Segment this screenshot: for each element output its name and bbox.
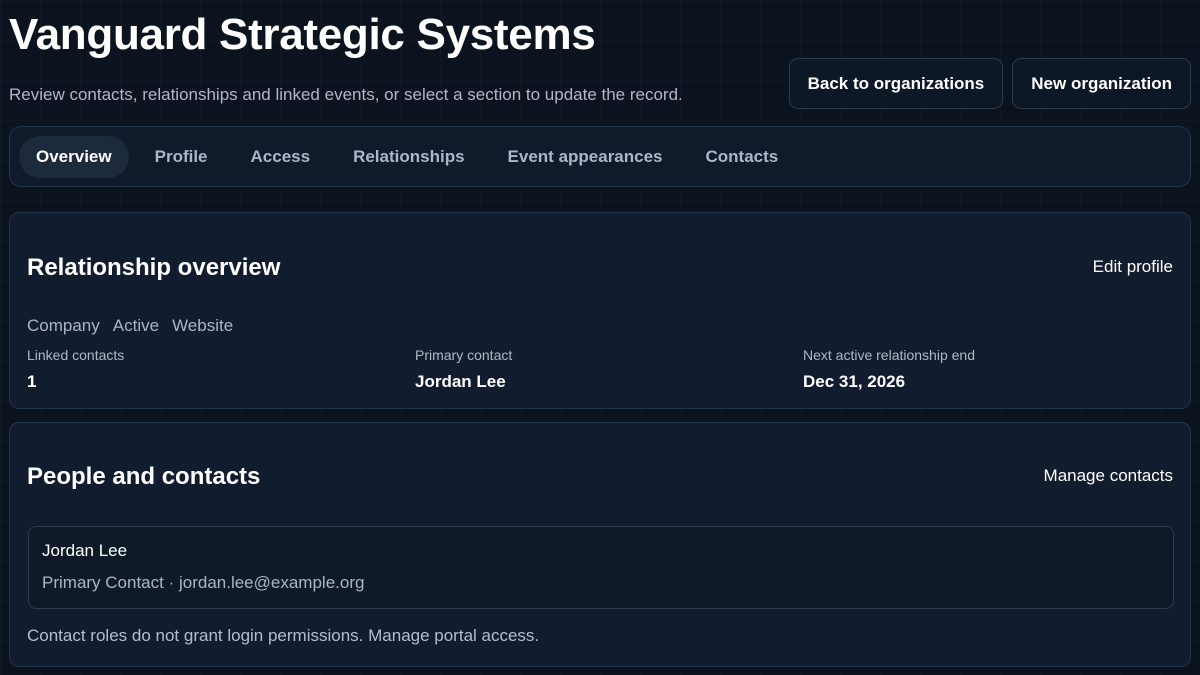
contact-list-item[interactable]: Jordan Lee Primary Contact · jordan.lee@… <box>28 526 1174 609</box>
tag-type: Company <box>27 316 100 335</box>
tag-website: Website <box>172 316 234 335</box>
stat-value: Dec 31, 2026 <box>803 372 906 391</box>
stat-value: 1 <box>27 372 37 391</box>
stat-label: Next active relationship end <box>803 347 975 363</box>
page-title: Vanguard Strategic Systems <box>9 10 596 59</box>
contact-name: Jordan Lee <box>42 541 128 560</box>
page-header: Vanguard Strategic Systems Review contac… <box>9 8 1191 120</box>
header-actions: Back to organizations New organization <box>788 58 1191 109</box>
edit-profile-link[interactable]: Edit profile <box>1093 257 1173 277</box>
stat-label: Primary contact <box>415 347 513 363</box>
stat-value: Jordan Lee <box>415 372 506 391</box>
tab-overview[interactable]: Overview <box>19 135 129 178</box>
people-and-contacts-title: People and contacts <box>27 463 261 490</box>
overview-stats: Linked contacts 1 Primary contact Jordan… <box>27 347 1177 397</box>
tab-access[interactable]: Access <box>234 136 328 178</box>
section-tabs: Overview Profile Access Relationships Ev… <box>9 126 1191 187</box>
manage-contacts-link[interactable]: Manage contacts <box>1044 466 1173 486</box>
tab-contacts[interactable]: Contacts <box>689 136 796 178</box>
stat-linked-contacts: Linked contacts 1 <box>27 347 124 392</box>
back-to-organizations-button[interactable]: Back to organizations <box>788 58 1004 109</box>
stat-label: Linked contacts <box>27 347 125 363</box>
new-organization-button[interactable]: New organization <box>1012 58 1191 109</box>
relationship-overview-card: Relationship overview Edit profile Compa… <box>9 212 1191 409</box>
page-subtitle: Review contacts, relationships and linke… <box>9 85 683 104</box>
tab-profile[interactable]: Profile <box>138 136 225 178</box>
contact-roles-note: Contact roles do not grant login permiss… <box>27 626 540 645</box>
tab-event-appearances[interactable]: Event appearances <box>491 136 680 178</box>
organization-tags: Company Active Website <box>27 316 233 336</box>
tag-status: Active <box>112 316 160 335</box>
tab-relationships[interactable]: Relationships <box>336 136 481 178</box>
relationship-overview-title: Relationship overview <box>27 254 281 281</box>
people-and-contacts-card: People and contacts Manage contacts Jord… <box>9 422 1191 667</box>
contact-role-email: Primary Contact · jordan.lee@example.org <box>42 573 365 592</box>
stat-primary-contact: Primary contact Jordan Lee <box>415 347 512 392</box>
stat-next-relationship-end: Next active relationship end Dec 31, 202… <box>803 347 975 392</box>
